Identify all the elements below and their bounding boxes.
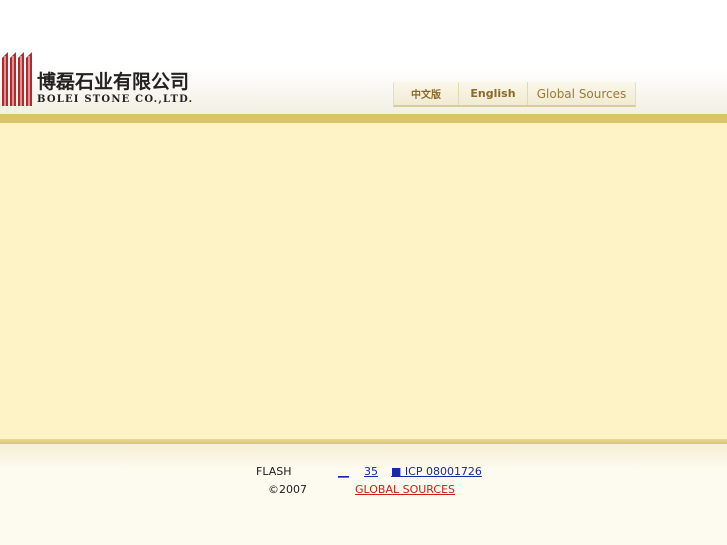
footer-link-2[interactable]: 35 <box>364 465 378 478</box>
global-sources-link[interactable]: GLOBAL SOURCES <box>355 483 455 496</box>
language-bar: 中文版 English Global Sources <box>393 82 636 107</box>
company-name-en: BOLEI STONE CO.,LTD. <box>37 94 194 105</box>
footer-link-1[interactable]: __ <box>338 465 349 478</box>
copyright-text: ©2007 <box>268 483 307 496</box>
header: 博磊石业有限公司 BOLEI STONE CO.,LTD. 中文版 Englis… <box>0 0 727 114</box>
global-sources-button[interactable]: Global Sources <box>528 82 635 105</box>
lang-chinese-button[interactable]: 中文版 <box>394 82 459 105</box>
header-divider-band <box>0 114 727 123</box>
company-logo-icon <box>2 52 32 106</box>
company-name-cn: 博磊石业有限公司 <box>37 71 190 93</box>
icp-link[interactable]: ■ ICP 08001726 <box>391 465 482 478</box>
flash-label: FLASH <box>256 465 292 478</box>
footer: FLASH __ 35 ■ ICP 08001726 ©2007 GLOBAL … <box>0 444 727 545</box>
main-content-area <box>0 123 727 439</box>
lang-english-button[interactable]: English <box>459 82 528 105</box>
